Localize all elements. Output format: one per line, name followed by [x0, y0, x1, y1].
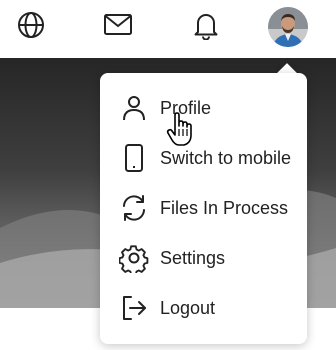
globe-icon[interactable]	[15, 9, 47, 41]
menu-item-label: Logout	[160, 297, 216, 318]
menu-item-logout[interactable]: Logout	[100, 283, 307, 333]
avatar[interactable]	[268, 7, 308, 47]
menu-item-label: Switch to mobile	[160, 147, 292, 168]
menu-item-label: Settings	[160, 247, 226, 268]
mail-icon[interactable]	[102, 9, 134, 41]
menu-item-profile[interactable]: Profile	[100, 83, 307, 133]
menu-item-switch-to-mobile[interactable]: Switch to mobile	[100, 133, 307, 183]
top-navigation-bar	[0, 0, 336, 58]
profile-dropdown-menu: Profile Switch to mobile Files In Proces…	[100, 73, 307, 344]
user-icon	[118, 92, 150, 124]
menu-item-label: Profile	[160, 97, 212, 118]
bell-icon[interactable]	[190, 9, 222, 41]
menu-item-settings[interactable]: Settings	[100, 233, 307, 283]
sync-icon	[118, 192, 150, 224]
gear-icon	[118, 242, 150, 274]
menu-item-files-in-process[interactable]: Files In Process	[100, 183, 307, 233]
menu-item-label: Files In Process	[160, 197, 289, 218]
mobile-icon	[118, 142, 150, 174]
logout-icon	[118, 292, 150, 324]
